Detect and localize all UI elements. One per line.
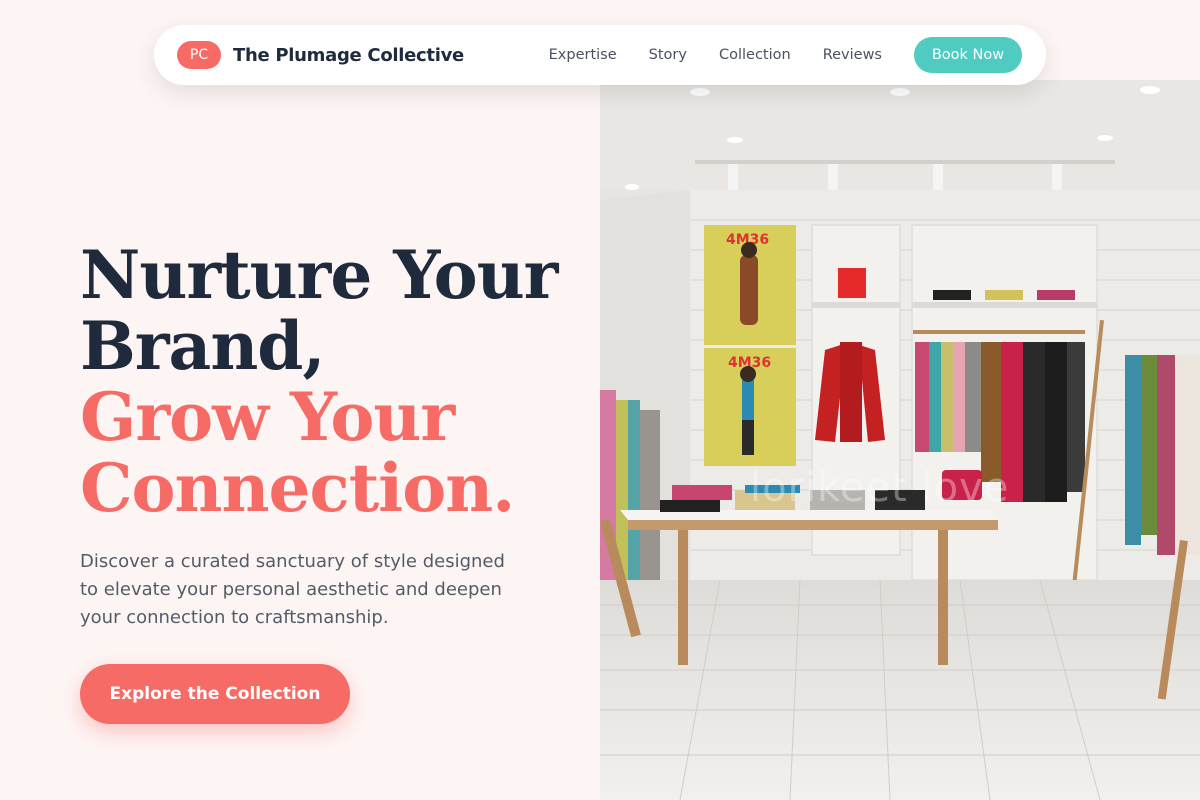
- brand-name[interactable]: The Plumage Collective: [233, 45, 464, 66]
- headline-line-4: Connection.: [80, 449, 515, 527]
- hero-headline: Nurture Your Brand, Grow Your Connection…: [80, 240, 580, 524]
- nav-link-reviews[interactable]: Reviews: [823, 47, 882, 63]
- image-watermark: lorikeet love: [750, 465, 1010, 511]
- explore-collection-button[interactable]: Explore the Collection: [80, 664, 350, 724]
- book-now-button[interactable]: Book Now: [914, 37, 1022, 73]
- logo-badge[interactable]: PC: [177, 41, 221, 69]
- headline-line-3: Grow Your: [80, 378, 455, 456]
- nav-link-collection[interactable]: Collection: [719, 47, 791, 63]
- headline-line-2: Brand,: [80, 307, 325, 385]
- hero-subtext: Discover a curated sanctuary of style de…: [80, 551, 505, 628]
- top-navbar: PC The Plumage Collective Expertise Stor…: [154, 25, 1046, 85]
- headline-line-1: Nurture Your: [80, 236, 558, 314]
- nav-link-expertise[interactable]: Expertise: [549, 47, 617, 63]
- nav-link-story[interactable]: Story: [649, 47, 687, 63]
- hero-store-image: 4M36 4M36 lorikeet love: [600, 80, 1200, 800]
- nav-links: Expertise Story Collection Reviews Book …: [549, 37, 1022, 73]
